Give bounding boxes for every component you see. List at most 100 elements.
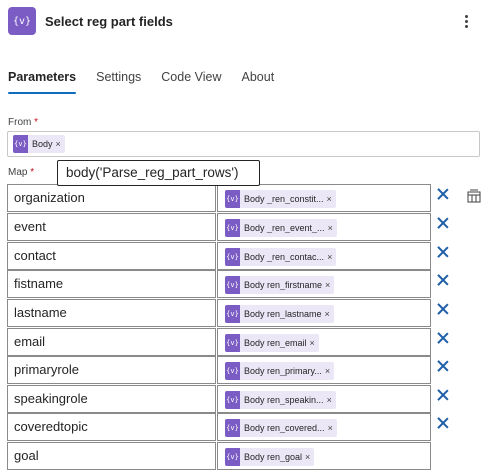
map-row: primaryrole {v} Body ren_primary... × [7, 356, 480, 384]
map-value-input[interactable]: {v} Body ren_speakin... × [217, 385, 431, 413]
map-key-input[interactable]: fistname [7, 270, 216, 298]
tab-about[interactable]: About [242, 68, 275, 94]
variable-icon: {v} [225, 219, 240, 237]
variable-icon: {v} [225, 305, 240, 323]
action-header: {v} Select reg part fields [0, 0, 487, 44]
map-value-input[interactable]: {v} Body ren_goal × [217, 442, 431, 470]
delete-row-icon[interactable] [435, 416, 451, 432]
delete-row-icon[interactable] [435, 331, 451, 347]
remove-token-icon[interactable]: × [310, 338, 315, 348]
remove-token-icon[interactable]: × [325, 366, 330, 376]
variable-icon: {v} [13, 135, 28, 153]
switch-to-text-mode-icon[interactable] [467, 189, 481, 203]
tab-settings[interactable]: Settings [96, 68, 141, 94]
variable-icon: {v} [225, 448, 240, 466]
from-input[interactable]: {v} Body × [7, 131, 480, 157]
remove-token-icon[interactable]: × [325, 309, 330, 319]
required-mark: * [34, 117, 39, 128]
value-token[interactable]: {v} Body _ren_constit... × [225, 190, 336, 208]
remove-token-icon[interactable]: × [305, 452, 310, 462]
variable-icon: {v} [225, 362, 240, 380]
map-value-input[interactable]: {v} Body ren_firstname × [217, 270, 431, 298]
value-token[interactable]: {v} Body _ren_event_... × [225, 219, 337, 237]
value-token[interactable]: {v} Body ren_covered... × [225, 419, 337, 437]
map-key-input[interactable]: goal [7, 442, 216, 470]
variable-icon: {v} [225, 334, 240, 352]
token-label: Body ren_firstname [244, 280, 323, 290]
map-key-input[interactable]: lastname [7, 299, 216, 327]
delete-row-icon[interactable] [435, 359, 451, 375]
remove-token-icon[interactable]: × [328, 423, 333, 433]
delete-row-icon[interactable] [435, 187, 451, 203]
map-key-input[interactable]: coveredtopic [7, 413, 216, 441]
value-token[interactable]: {v} Body ren_speakin... × [225, 391, 336, 409]
map-key-input[interactable]: primaryrole [7, 356, 216, 384]
delete-row-icon[interactable] [435, 302, 451, 318]
required-mark: * [30, 167, 35, 178]
remove-token-icon[interactable]: × [56, 139, 61, 149]
token-label: Body ren_goal [244, 452, 303, 462]
value-token[interactable]: {v} Body ren_goal × [225, 448, 315, 466]
map-row: goal {v} Body ren_goal × [7, 442, 480, 470]
map-value-input[interactable]: {v} Body ren_email × [217, 328, 431, 356]
map-row: fistname {v} Body ren_firstname × [7, 270, 480, 298]
token-label: Body _ren_constit... [244, 194, 324, 204]
data-operation-icon: {v} [8, 7, 36, 35]
from-token[interactable]: {v} Body × [13, 135, 65, 153]
map-row: event {v} Body _ren_event_... × [7, 213, 480, 241]
map-value-input[interactable]: {v} Body _ren_constit... × [217, 184, 431, 212]
token-label: Body ren_speakin... [244, 395, 324, 405]
map-row: email {v} Body ren_email × [7, 328, 480, 356]
action-title[interactable]: Select reg part fields [45, 14, 173, 29]
remove-token-icon[interactable]: × [327, 194, 332, 204]
map-label-text: Map [8, 167, 28, 178]
map-key-input[interactable]: speakingrole [7, 385, 216, 413]
tab-parameters[interactable]: Parameters [8, 68, 77, 94]
value-token[interactable]: {v} Body _ren_contac... × [225, 248, 337, 266]
variable-icon: {v} [225, 248, 240, 266]
map-row: speakingrole {v} Body ren_speakin... × [7, 385, 480, 413]
value-token[interactable]: {v} Body ren_firstname × [225, 276, 335, 294]
from-label-text: From [8, 117, 32, 128]
map-key-input[interactable]: event [7, 213, 216, 241]
token-label: Body ren_lastname [244, 309, 322, 319]
remove-token-icon[interactable]: × [328, 223, 333, 233]
variable-icon: {v} [225, 276, 240, 294]
value-token[interactable]: {v} Body ren_lastname × [225, 305, 334, 323]
variable-icon: {v} [225, 391, 240, 409]
tab-bar: Parameters Settings Code View About [8, 68, 294, 96]
delete-row-icon[interactable] [435, 388, 451, 404]
delete-row-icon[interactable] [435, 245, 451, 261]
token-label: Body ren_covered... [244, 423, 325, 433]
variable-icon: {v} [225, 419, 240, 437]
map-row: organization {v} Body _ren_constit... × [7, 184, 481, 212]
token-label: Body ren_email [244, 338, 307, 348]
map-row: coveredtopic {v} Body ren_covered... × [7, 413, 480, 441]
remove-token-icon[interactable]: × [327, 252, 332, 262]
map-value-input[interactable]: {v} Body ren_lastname × [217, 299, 431, 327]
remove-token-icon[interactable]: × [327, 395, 332, 405]
map-value-input[interactable]: {v} Body _ren_event_... × [217, 213, 431, 241]
remove-token-icon[interactable]: × [325, 280, 330, 290]
variable-icon: {v} [225, 190, 240, 208]
map-row: contact {v} Body _ren_contac... × [7, 242, 480, 270]
delete-row-icon[interactable] [435, 273, 451, 289]
token-label: Body ren_primary... [244, 366, 322, 376]
expression-tooltip: body('Parse_reg_part_rows') [57, 160, 260, 186]
value-token[interactable]: {v} Body ren_email × [225, 334, 319, 352]
token-label: Body [32, 139, 53, 149]
from-label: From * [8, 117, 38, 128]
map-value-input[interactable]: {v} Body ren_covered... × [217, 413, 431, 441]
map-key-input[interactable]: contact [7, 242, 216, 270]
map-value-input[interactable]: {v} Body ren_primary... × [217, 356, 431, 384]
token-label: Body _ren_event_... [244, 223, 325, 233]
map-label: Map * [8, 167, 34, 178]
token-label: Body _ren_contac... [244, 252, 325, 262]
map-value-input[interactable]: {v} Body _ren_contac... × [217, 242, 431, 270]
delete-row-icon[interactable] [435, 216, 451, 232]
map-key-input[interactable]: email [7, 328, 216, 356]
more-vertical-icon[interactable] [458, 11, 474, 31]
value-token[interactable]: {v} Body ren_primary... × [225, 362, 335, 380]
tab-code-view[interactable]: Code View [161, 68, 221, 94]
map-key-input[interactable]: organization [7, 184, 216, 212]
